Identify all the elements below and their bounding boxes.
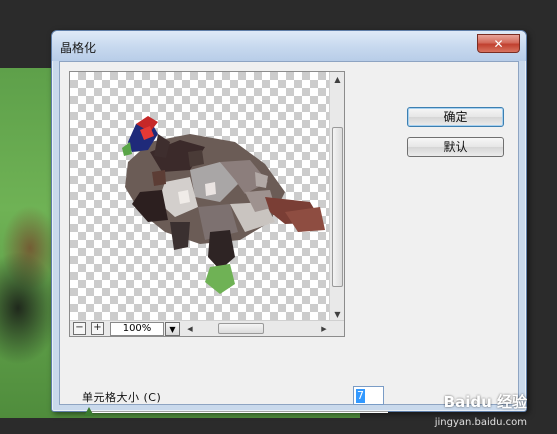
preview-horizontal-scrollbar[interactable]: ◀ ▶ bbox=[184, 321, 330, 336]
zoom-in-button[interactable]: + bbox=[91, 322, 104, 335]
zoom-out-button[interactable]: − bbox=[73, 322, 86, 335]
pheasant-crystallized bbox=[122, 116, 325, 294]
filter-preview[interactable]: ▲ ▼ − + 100% ▼ ◀ ▶ bbox=[69, 71, 345, 337]
crystallize-dialog: 晶格化 ✕ ▲ ▼ − + 100% ▼ ◀ ▶ 确定 默认 单元格大小 (C)… bbox=[51, 30, 527, 416]
close-icon: ✕ bbox=[493, 36, 504, 51]
arrow-left-icon[interactable]: ◀ bbox=[184, 321, 196, 336]
close-button[interactable]: ✕ bbox=[477, 34, 520, 53]
watermark-url: jingyan.baidu.com bbox=[434, 417, 527, 428]
preview-image bbox=[122, 116, 325, 294]
minus-icon: − bbox=[75, 322, 84, 333]
dialog-body: ▲ ▼ − + 100% ▼ ◀ ▶ 确定 默认 单元格大小 (C) 7 bbox=[59, 61, 519, 416]
title-bar[interactable]: 晶格化 ✕ bbox=[52, 31, 526, 61]
cell-size-label: 单元格大小 (C) bbox=[82, 391, 162, 404]
reset-button[interactable]: 默认 bbox=[407, 137, 504, 157]
vertical-scroll-thumb[interactable] bbox=[332, 127, 343, 287]
arrow-up-icon[interactable]: ▲ bbox=[330, 72, 344, 87]
horizontal-scroll-thumb[interactable] bbox=[218, 323, 264, 334]
cell-size-slider-thumb[interactable] bbox=[84, 407, 94, 416]
zoom-level-field[interactable]: 100% bbox=[110, 322, 164, 336]
arrow-right-icon[interactable]: ▶ bbox=[318, 321, 330, 336]
ok-button[interactable]: 确定 bbox=[407, 107, 504, 127]
preview-toolbar: − + 100% ▼ ◀ ▶ bbox=[70, 320, 344, 336]
cell-size-slider-track[interactable] bbox=[88, 411, 388, 413]
watermark-brand: Baidu 经验 bbox=[443, 393, 527, 411]
cell-size-value: 7 bbox=[356, 389, 365, 403]
plus-icon: + bbox=[93, 322, 102, 333]
chevron-down-icon: ▼ bbox=[169, 324, 176, 334]
preview-vertical-scrollbar[interactable]: ▲ ▼ bbox=[329, 72, 344, 322]
dialog-title: 晶格化 bbox=[60, 41, 97, 55]
cell-size-input[interactable]: 7 bbox=[353, 386, 384, 405]
zoom-dropdown-button[interactable]: ▼ bbox=[165, 322, 180, 336]
